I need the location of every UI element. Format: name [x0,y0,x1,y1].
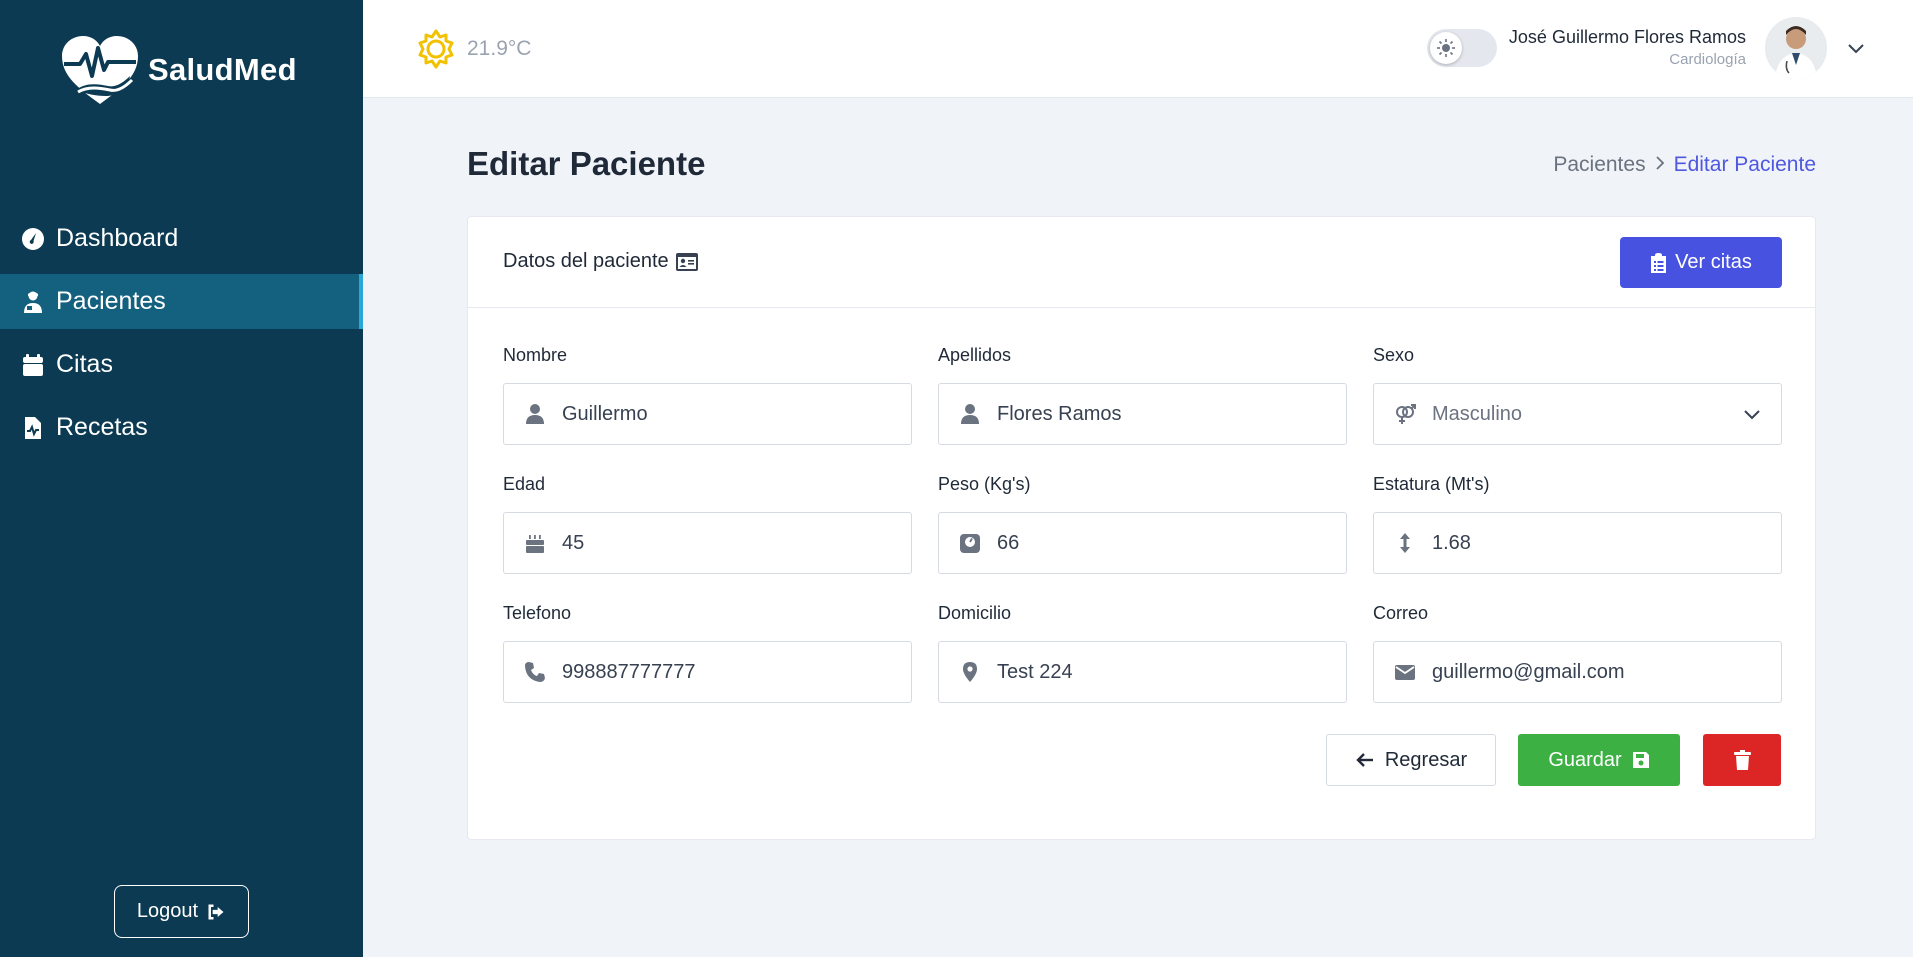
apellidos-input[interactable] [997,402,1327,426]
sidebar-nav: Dashboard Pacientes Citas Recetas [0,211,363,463]
sun-icon [418,29,454,69]
domicilio-label: Domicilio [938,603,1012,623]
sidebar-item-label: Pacientes [56,287,166,315]
breadcrumb-current: Editar Paciente [1673,153,1816,176]
nombre-label: Nombre [503,345,568,365]
weather-widget: 21.9°C [415,28,531,70]
estatura-label: Estatura (Mt's) [1373,474,1490,494]
telefono-label: Telefono [503,603,572,623]
peso-input[interactable] [997,531,1327,555]
floppy-disk-icon [1632,752,1649,768]
user-name: José Guillermo Flores Ramos [1508,27,1746,47]
domicilio-field [938,641,1347,703]
sidebar-item-pacientes[interactable]: Pacientes [0,274,363,329]
apellidos-label: Apellidos [938,345,1012,365]
sexo-label: Sexo [1373,345,1415,365]
sidebar-item-label: Recetas [56,413,148,441]
correo-field [1373,641,1782,703]
patient-form-card: Datos del paciente Ver citas Nombre Guil… [467,216,1816,840]
logout-button[interactable]: Logout [114,885,249,938]
nombre-input[interactable] [562,402,892,426]
edad-label: Edad [503,474,546,494]
sidebar-item-recetas[interactable]: Recetas [0,400,363,455]
regresar-label: Regresar [1384,748,1468,771]
edad-field [503,512,912,574]
sidebar-item-citas[interactable]: Citas [0,337,363,392]
card-title: Datos del paciente [503,250,699,273]
breadcrumb-link-pacientes[interactable]: Pacientes [1553,153,1645,177]
user-icon [959,403,981,425]
estatura-input[interactable] [1432,531,1762,555]
weather-temperature: 21.9°C [467,37,532,60]
card-title-text: Datos del paciente [503,250,669,272]
user-icon [524,403,546,425]
theme-toggle[interactable] [1427,29,1497,67]
prescription-file-icon [20,415,46,441]
birthday-cake-icon [524,532,546,554]
correo-label: Correo [1373,603,1429,623]
arrow-left-icon [1356,753,1373,767]
phone-icon [524,661,546,683]
guardar-button[interactable]: Guardar [1518,734,1680,786]
avatar[interactable] [1765,17,1827,79]
ver-citas-button[interactable]: Ver citas [1620,237,1782,288]
venus-mars-icon [1394,403,1416,425]
telefono-input[interactable] [562,660,892,684]
user-role: Cardiología [1669,51,1746,68]
sidebar-item-label: Dashboard [56,224,179,252]
sexo-select[interactable]: Masculino [1373,383,1782,445]
chevron-right-icon [1652,153,1668,177]
peso-field [938,512,1347,574]
edad-input[interactable] [562,531,892,555]
page-title: Editar Paciente [467,145,706,182]
trash-icon [1733,750,1751,770]
chevron-down-icon[interactable] [1844,36,1868,60]
card-header: Datos del paciente Ver citas [468,217,1815,308]
arrows-vertical-icon [1394,532,1416,554]
sign-out-icon [208,904,224,919]
weight-scale-icon [959,532,981,554]
apellidos-field [938,383,1347,445]
ver-citas-label: Ver citas [1675,251,1752,273]
location-pin-icon [959,661,981,683]
patient-icon [20,289,46,315]
guardar-label: Guardar [1548,748,1622,771]
clipboard-list-icon [1651,252,1667,273]
correo-input[interactable] [1432,660,1762,684]
gauge-icon [20,226,46,252]
regresar-button[interactable]: Regresar [1326,734,1496,786]
id-card-icon [675,252,698,271]
calendar-icon [20,352,46,378]
domicilio-input[interactable] [997,660,1327,684]
sexo-selected-value: Masculino [1432,402,1523,425]
logout-label: Logout [136,900,199,922]
estatura-field [1373,512,1782,574]
logo[interactable]: SaludMed [58,32,297,108]
telefono-field [503,641,912,703]
delete-button[interactable] [1703,734,1781,786]
brand-name: SaludMed [148,52,297,87]
top-header: 21.9°C José Guillermo Flores Ramos Cardi… [363,0,1913,98]
sun-small-icon [1437,39,1455,57]
breadcrumb: Pacientes Editar Paciente [1553,153,1816,177]
heart-logo-icon [62,36,138,104]
sidebar-item-dashboard[interactable]: Dashboard [0,211,363,266]
toggle-knob [1430,32,1462,64]
sidebar-item-label: Citas [56,350,113,378]
peso-label: Peso (Kg's) [938,474,1031,494]
envelope-icon [1394,661,1416,683]
nombre-field [503,383,912,445]
chevron-down-icon [1744,410,1760,420]
sidebar: SaludMed Dashboard Pacientes Citas Recet… [0,0,363,957]
